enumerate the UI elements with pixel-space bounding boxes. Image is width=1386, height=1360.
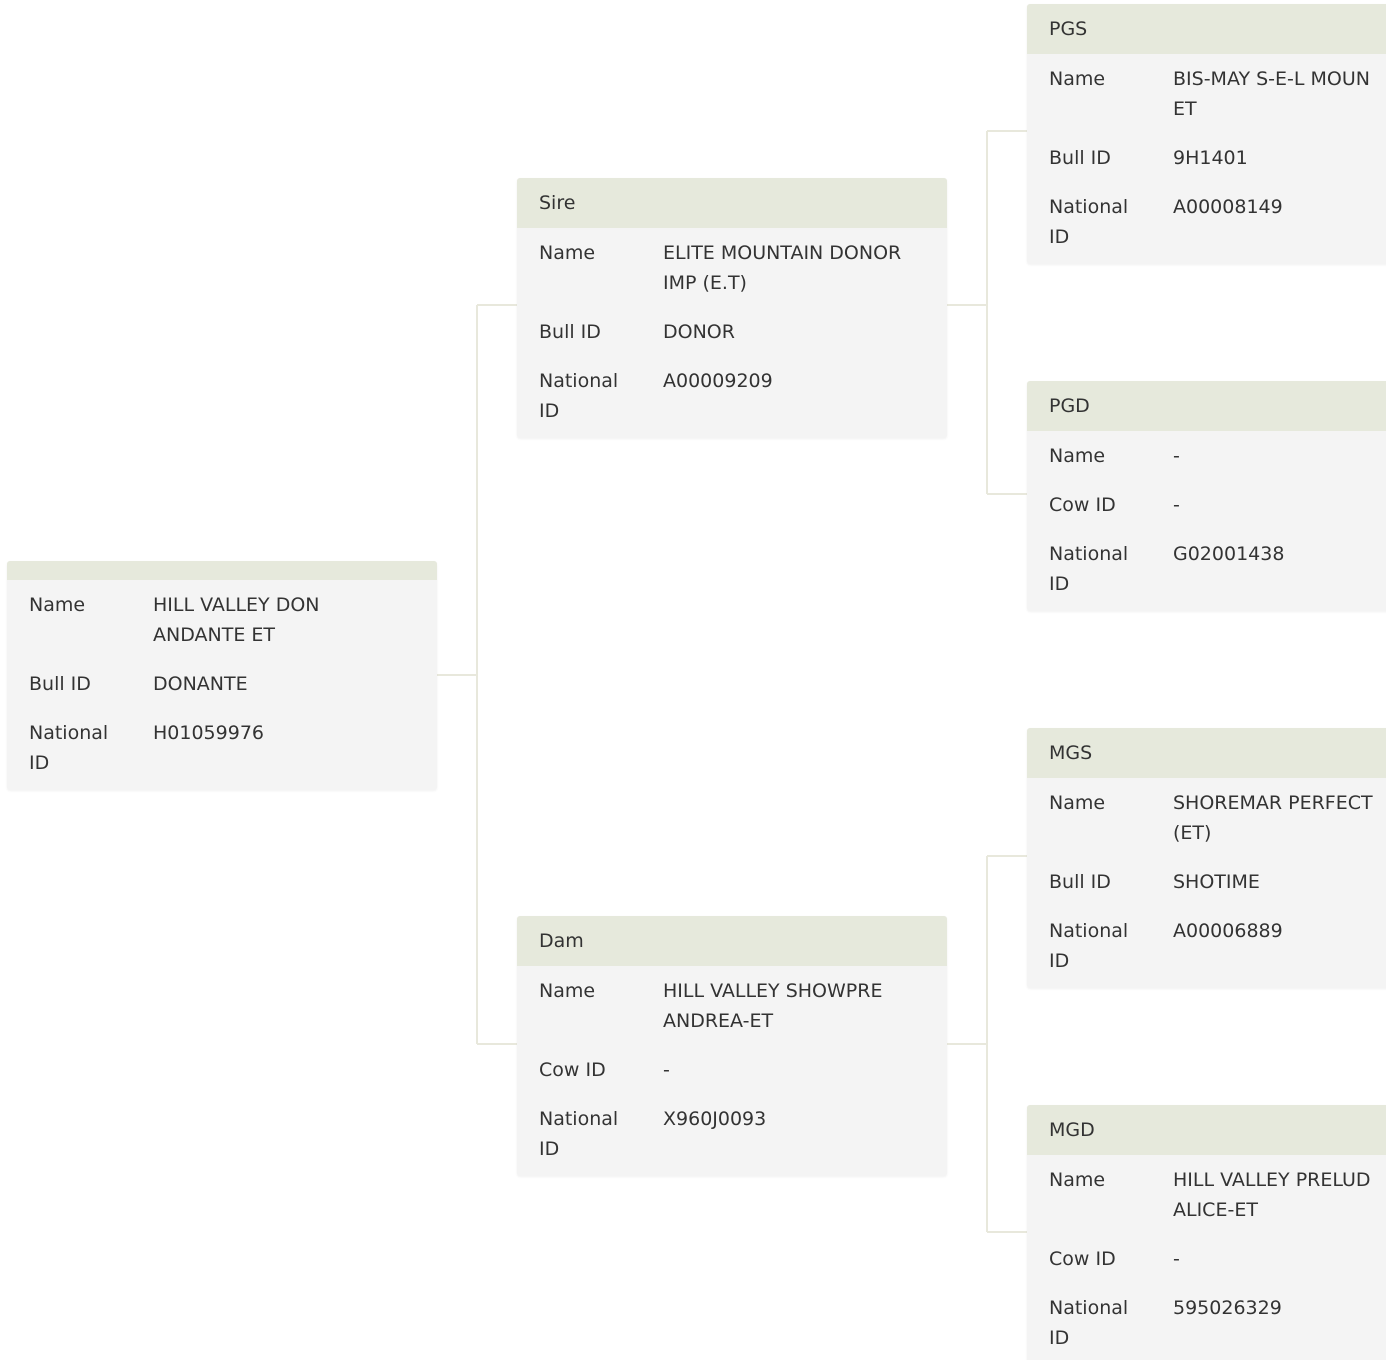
field-label: Cow ID — [1049, 1248, 1116, 1270]
mgd-name-row: Name HILL VALLEY PRELUD ALICE-ET — [1027, 1165, 1386, 1244]
field-label: Name — [539, 980, 596, 1002]
dam-card-header: Dam — [517, 916, 947, 966]
pgs-card-body: Name BIS-MAY S-E-L MOUN ET Bull ID 9H140… — [1027, 54, 1386, 264]
pgd-national-id-value: G02001438 — [1173, 543, 1285, 565]
animal-name-row: Name HILL VALLEY DON ANDANTE ET — [7, 590, 437, 669]
mgs-card-body: Name SHOREMAR PERFECT (ET) Bull ID SHOTI… — [1027, 778, 1386, 988]
national-label: National ID — [539, 370, 619, 422]
dam-national-id-row: National ID X960J0093 — [517, 1104, 947, 1164]
mgd-national-id-row: National ID 595026329 — [1027, 1293, 1386, 1353]
national-label: National ID — [539, 1108, 619, 1160]
sire-card-body: Name ELITE MOUNTAIN DONOR IMP (E.T) Bull… — [517, 228, 947, 438]
pgs-bull-id-value: 9H1401 — [1173, 147, 1248, 169]
sire-name-value: ELITE MOUNTAIN DONOR IMP (E.T) — [663, 242, 902, 294]
pgd-card-body: Name - Cow ID - National ID G02001438 — [1027, 431, 1386, 611]
mgs-card[interactable]: MGS Name SHOREMAR PERFECT (ET) Bull ID S… — [1027, 728, 1386, 988]
mgd-name-line1: HILL VALLEY PRELUD — [1173, 1169, 1371, 1191]
mgd-name-line2: ALICE-ET — [1173, 1199, 1258, 1221]
mgs-name-line2: (ET) — [1173, 822, 1212, 844]
field-label: National ID — [29, 718, 153, 778]
field-label: Bull ID — [539, 321, 601, 343]
field-label: Cow ID — [539, 1059, 606, 1081]
pgd-card-header: PGD — [1027, 381, 1386, 431]
field-label: National ID — [1049, 916, 1173, 976]
animal-bull-id-value: DONANTE — [153, 673, 248, 695]
animal-id-row: Bull ID DONANTE — [7, 669, 437, 718]
national-label: National ID — [1049, 196, 1129, 248]
animal-card-header — [7, 561, 437, 580]
mgd-id-row: Cow ID - — [1027, 1244, 1386, 1293]
pedigree-chart: Name HILL VALLEY DON ANDANTE ET Bull ID … — [0, 0, 1386, 1360]
dam-card[interactable]: Dam Name HILL VALLEY SHOWPRE ANDREA-ET C… — [517, 916, 947, 1176]
sire-bull-id-value: DONOR — [663, 321, 735, 343]
pgs-name-line2: ET — [1173, 98, 1197, 120]
sire-card-header: Sire — [517, 178, 947, 228]
field-label: Name — [539, 242, 596, 264]
national-label: National ID — [1049, 1297, 1129, 1349]
sire-national-id-row: National ID A00009209 — [517, 366, 947, 426]
field-label: Name — [29, 594, 86, 616]
dam-cow-id-value: - — [663, 1059, 670, 1081]
mgs-id-row: Bull ID SHOTIME — [1027, 867, 1386, 916]
sire-card[interactable]: Sire Name ELITE MOUNTAIN DONOR IMP (E.T)… — [517, 178, 947, 438]
field-label: Cow ID — [1049, 494, 1116, 516]
pgs-card-header: PGS — [1027, 4, 1386, 54]
pgs-name-line1: BIS-MAY S-E-L MOUN — [1173, 68, 1370, 90]
pgs-name-value: BIS-MAY S-E-L MOUN ET — [1173, 64, 1386, 124]
field-label: Name — [1049, 445, 1106, 467]
animal-national-id-row: National ID H01059976 — [7, 718, 437, 778]
field-label: Name — [1049, 1169, 1106, 1191]
national-label: National ID — [29, 722, 109, 774]
dam-national-id-value: X960J0093 — [663, 1108, 767, 1130]
national-label: National ID — [1049, 920, 1129, 972]
animal-card[interactable]: Name HILL VALLEY DON ANDANTE ET Bull ID … — [7, 561, 437, 790]
field-label: National ID — [1049, 1293, 1173, 1353]
mgs-national-id-value: A00006889 — [1173, 920, 1283, 942]
sire-name-row: Name ELITE MOUNTAIN DONOR IMP (E.T) — [517, 238, 947, 317]
pgd-name-value: - — [1173, 445, 1180, 467]
field-label: National ID — [539, 1104, 663, 1164]
field-label: Bull ID — [1049, 147, 1111, 169]
field-label: National ID — [1049, 539, 1173, 599]
mgd-card[interactable]: MGD Name HILL VALLEY PRELUD ALICE-ET Cow… — [1027, 1105, 1386, 1360]
pgs-national-id-value: A00008149 — [1173, 196, 1283, 218]
field-label: Bull ID — [1049, 871, 1111, 893]
mgd-card-header: MGD — [1027, 1105, 1386, 1155]
mgd-cow-id-value: - — [1173, 1248, 1180, 1270]
pgd-id-row: Cow ID - — [1027, 490, 1386, 539]
dam-card-body: Name HILL VALLEY SHOWPRE ANDREA-ET Cow I… — [517, 966, 947, 1176]
sire-national-id-value: A00009209 — [663, 370, 773, 392]
animal-national-id-value: H01059976 — [153, 722, 264, 744]
dam-id-row: Cow ID - — [517, 1055, 947, 1104]
pgs-id-row: Bull ID 9H1401 — [1027, 143, 1386, 192]
pgd-name-row: Name - — [1027, 441, 1386, 490]
pgd-card[interactable]: PGD Name - Cow ID - National ID G0200143… — [1027, 381, 1386, 611]
dam-name-value: HILL VALLEY SHOWPRE ANDREA-ET — [663, 980, 883, 1032]
mgd-card-body: Name HILL VALLEY PRELUD ALICE-ET Cow ID … — [1027, 1155, 1386, 1360]
mgd-name-value: HILL VALLEY PRELUD ALICE-ET — [1173, 1165, 1386, 1225]
mgs-name-line1: SHOREMAR PERFECT — [1173, 792, 1373, 814]
national-label: National ID — [1049, 543, 1129, 595]
pgs-name-row: Name BIS-MAY S-E-L MOUN ET — [1027, 64, 1386, 143]
pgd-national-id-row: National ID G02001438 — [1027, 539, 1386, 599]
animal-name-value: HILL VALLEY DON ANDANTE ET — [153, 594, 320, 646]
field-label: Name — [1049, 792, 1106, 814]
mgd-national-id-value: 595026329 — [1173, 1297, 1282, 1319]
pgs-national-id-row: National ID A00008149 — [1027, 192, 1386, 252]
field-label: National ID — [1049, 192, 1173, 252]
field-label: Name — [1049, 68, 1106, 90]
mgs-name-row: Name SHOREMAR PERFECT (ET) — [1027, 788, 1386, 867]
mgs-card-header: MGS — [1027, 728, 1386, 778]
mgs-national-id-row: National ID A00006889 — [1027, 916, 1386, 976]
sire-id-row: Bull ID DONOR — [517, 317, 947, 366]
pgs-card[interactable]: PGS Name BIS-MAY S-E-L MOUN ET Bull ID 9… — [1027, 4, 1386, 264]
mgs-name-value: SHOREMAR PERFECT (ET) — [1173, 788, 1386, 848]
pgd-cow-id-value: - — [1173, 494, 1180, 516]
field-label: National ID — [539, 366, 663, 426]
field-label: Bull ID — [29, 673, 91, 695]
dam-name-row: Name HILL VALLEY SHOWPRE ANDREA-ET — [517, 976, 947, 1055]
mgs-bull-id-value: SHOTIME — [1173, 871, 1260, 893]
animal-card-body: Name HILL VALLEY DON ANDANTE ET Bull ID … — [7, 580, 437, 790]
